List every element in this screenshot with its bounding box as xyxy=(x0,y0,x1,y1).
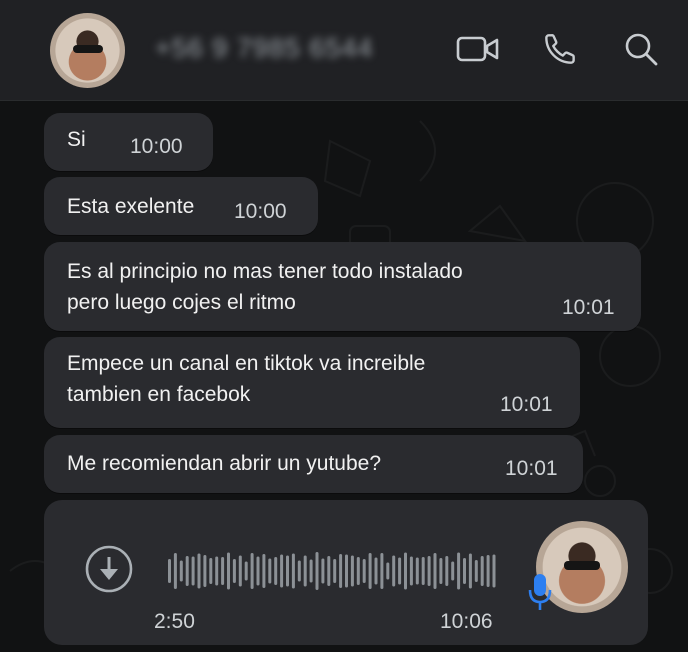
waveform-bar xyxy=(350,555,354,587)
waveform-bar xyxy=(315,552,319,590)
waveform-bar xyxy=(262,554,266,588)
waveform-bar xyxy=(221,557,225,585)
waveform-bar xyxy=(327,556,331,586)
waveform-bar xyxy=(362,559,366,583)
waveform-bar xyxy=(168,559,171,583)
waveform-bar xyxy=(291,553,295,589)
waveform-bar xyxy=(368,553,372,589)
waveform-bar xyxy=(244,561,248,581)
waveform-bar xyxy=(433,553,437,589)
waveform-bar xyxy=(309,559,313,583)
message-bubble[interactable]: Empece un canal en tiktok va increible t… xyxy=(44,337,580,428)
message-bubble[interactable]: Me recomiendan abrir un yutube? 10:01 xyxy=(44,435,583,493)
waveform-bar xyxy=(392,555,396,587)
contact-phone-number[interactable]: +56 9 7985 6544 xyxy=(155,33,373,64)
message-text: Es al principio no mas tener todo instal… xyxy=(67,260,463,314)
message-text: Me recomiendan abrir un yutube? xyxy=(67,452,382,475)
waveform-bar xyxy=(374,557,378,585)
waveform-bar xyxy=(203,555,207,587)
waveform-bar xyxy=(215,556,219,586)
waveform-bar xyxy=(227,552,230,590)
voice-message-time: 10:06 xyxy=(440,610,493,633)
waveform-bar xyxy=(474,560,478,582)
message-time: 10:01 xyxy=(562,296,615,319)
voice-message-bubble[interactable]: 2:50 10:06 xyxy=(44,500,648,645)
waveform-bar xyxy=(209,558,213,584)
waveform-bar xyxy=(356,557,360,585)
waveform-bar xyxy=(339,554,343,588)
search-icon[interactable] xyxy=(618,26,664,72)
message-time: 10:01 xyxy=(500,393,553,416)
waveform-bar xyxy=(468,553,472,589)
video-call-icon[interactable] xyxy=(455,26,501,72)
waveform-bar xyxy=(445,556,449,586)
waveform-bar xyxy=(439,558,443,584)
contact-avatar[interactable] xyxy=(50,13,125,88)
message-text: Empece un canal en tiktok va increible t… xyxy=(67,352,426,406)
waveform-bar xyxy=(415,557,419,585)
phone-call-icon[interactable] xyxy=(537,26,583,72)
message-text: Si xyxy=(67,128,86,151)
microphone-icon xyxy=(526,572,554,612)
waveform-bar xyxy=(321,558,325,584)
chat-header: +56 9 7985 6544 xyxy=(0,0,688,101)
waveform-bar xyxy=(173,553,177,589)
waveform-bar xyxy=(238,555,242,587)
waveform-bar xyxy=(404,552,407,590)
waveform-bar xyxy=(280,554,284,588)
voice-duration: 2:50 xyxy=(154,610,195,633)
message-time: 10:00 xyxy=(234,200,287,223)
waveform-bar xyxy=(197,553,201,589)
waveform-bar xyxy=(492,554,496,588)
waveform-bar xyxy=(250,553,254,589)
waveform-bar xyxy=(185,556,189,586)
waveform-bar xyxy=(451,561,455,581)
waveform-bar xyxy=(398,557,402,585)
message-text: Esta exelente xyxy=(67,195,195,218)
waveform-bar xyxy=(421,557,425,585)
message-bubble[interactable]: Esta exelente 10:00 xyxy=(44,177,318,235)
waveform-bar xyxy=(486,555,490,587)
waveform-bar xyxy=(427,556,431,586)
waveform-bar xyxy=(268,558,272,584)
waveform-bar xyxy=(480,556,484,586)
waveform-bar xyxy=(386,562,390,580)
waveform-bar xyxy=(256,556,260,586)
message-bubble[interactable]: Si 10:00 xyxy=(44,113,213,171)
waveform-bar xyxy=(232,559,236,583)
waveform-bar xyxy=(380,553,384,589)
waveform-bar xyxy=(333,559,337,583)
waveform-bar xyxy=(191,556,195,586)
waveform-bar xyxy=(463,558,466,584)
message-time: 10:00 xyxy=(130,135,183,158)
waveform-bar xyxy=(274,557,278,585)
waveform-bar xyxy=(457,552,461,590)
voice-waveform[interactable] xyxy=(164,538,504,604)
download-icon[interactable] xyxy=(84,544,134,594)
waveform-bar xyxy=(179,560,183,582)
waveform-bar xyxy=(345,554,348,588)
waveform-bar xyxy=(297,560,301,582)
waveform-bar xyxy=(286,555,289,587)
waveform-bar xyxy=(303,555,307,587)
waveform-bar xyxy=(409,556,413,586)
message-bubble[interactable]: Es al principio no mas tener todo instal… xyxy=(44,242,641,331)
message-time: 10:01 xyxy=(505,457,558,480)
